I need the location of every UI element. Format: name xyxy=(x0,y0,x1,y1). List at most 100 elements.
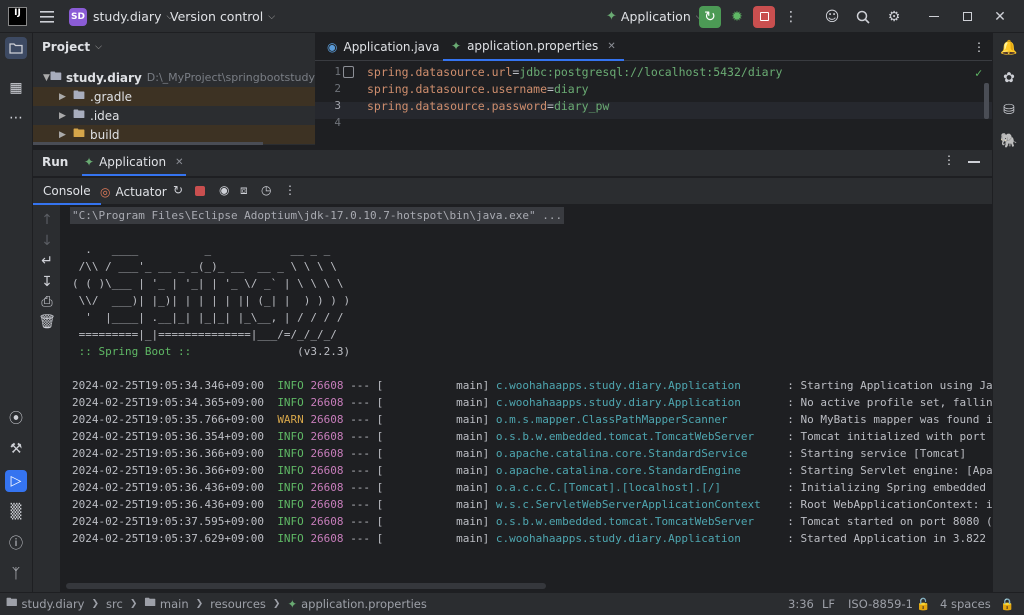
console-output[interactable]: "C:\Program Files\Eclipse Adoptium\jdk-1… xyxy=(60,205,992,592)
no-problems-check-icon[interactable]: ✓ xyxy=(975,66,982,80)
main-menu-button[interactable] xyxy=(36,0,58,33)
tab-console[interactable]: Console xyxy=(33,178,101,205)
tree-root-row[interactable]: ▼ 🖿 study.diary D:\_MyProject\springboot… xyxy=(33,68,315,87)
close-tab-icon[interactable]: ✕ xyxy=(607,41,615,52)
rerun-icon[interactable]: ↻ xyxy=(173,183,183,197)
breadcrumb-item[interactable]: resources xyxy=(210,597,266,611)
spring-banner-line: ( ( )\___ | '_ | '_| | '_ \/ _` | \ \ \ … xyxy=(72,277,344,290)
breadcrumb-item[interactable]: main xyxy=(160,597,189,611)
console-horizontal-scrollbar[interactable] xyxy=(66,583,546,589)
debug-button[interactable]: ✹ xyxy=(726,0,748,33)
log-line: 2024-02-25T19:05:36.366+09:00 INFO 26608… xyxy=(72,447,967,460)
editor-scrollbar[interactable] xyxy=(984,83,989,119)
run-tab-application[interactable]: ✦ Application ✕ xyxy=(82,150,186,176)
notifications-icon[interactable]: 🔔 xyxy=(998,37,1020,59)
database-icon[interactable]: ⛁ xyxy=(998,99,1020,121)
scroll-to-end-icon[interactable]: ↧ xyxy=(36,271,58,293)
terminal-tool-icon[interactable]: ▒ xyxy=(5,501,27,523)
module-folder-icon: 🖿 xyxy=(49,69,62,83)
rerun-button[interactable]: ↻ xyxy=(699,0,721,33)
project-panel-title: Project xyxy=(42,39,91,54)
caret-position[interactable]: 3:36 xyxy=(788,593,814,615)
minimize-button[interactable] xyxy=(923,0,945,33)
spring-boot-version-line: :: Spring Boot :: (v3.2.3) xyxy=(72,345,351,358)
indent-setting[interactable]: 4 spaces xyxy=(940,593,991,615)
gutter-datasource-icon[interactable] xyxy=(343,66,354,78)
version-control-selector[interactable]: Version control ⌵ xyxy=(170,0,275,33)
run-config-label: Application xyxy=(620,9,691,24)
run-tab-label: Application xyxy=(99,155,167,169)
chevron-down-icon: ⌵ xyxy=(95,41,102,52)
file-encoding[interactable]: ISO-8859-1 xyxy=(848,593,913,615)
search-button[interactable] xyxy=(852,0,874,33)
problems-tool-icon[interactable]: ⓘ xyxy=(5,532,27,554)
bug-icon: ✹ xyxy=(731,8,743,25)
more-tools-icon[interactable]: ⋯ xyxy=(5,107,27,129)
maximize-button[interactable] xyxy=(956,0,978,33)
collapse-arrow-icon: ▶ xyxy=(59,129,66,140)
ai-assistant-icon[interactable]: ✿ xyxy=(998,67,1020,89)
stop-icon[interactable] xyxy=(195,186,205,196)
git-tool-icon[interactable]: ᛉ xyxy=(5,563,27,585)
editor-tab-bar: ◉ Application.java ✦ application.propert… xyxy=(315,33,992,61)
soft-wrap-icon[interactable]: ↵ xyxy=(36,250,58,272)
log-line: 2024-02-25T19:05:37.629+09:00 INFO 26608… xyxy=(72,532,986,545)
log-line: 2024-02-25T19:05:37.595+09:00 INFO 26608… xyxy=(72,515,992,528)
right-tool-strip: 🔔 ✿ ⛁ 🐘 xyxy=(992,33,1024,592)
code-line: spring.datasource.username=diary xyxy=(367,82,589,96)
actuator-tab-label: Actuator xyxy=(115,184,167,199)
breadcrumb-item[interactable]: application.properties xyxy=(301,597,427,611)
lock-icon[interactable]: 🔒 xyxy=(1000,593,1014,615)
build-tool-icon[interactable]: ⚒ xyxy=(5,438,27,460)
collapse-arrow-icon: ▶ xyxy=(59,110,66,121)
chevron-right-icon: ❯ xyxy=(91,599,100,609)
tree-item-gradle[interactable]: ▶ 🖿 .gradle xyxy=(33,87,315,106)
tree-item-idea[interactable]: ▶ 🖿 .idea xyxy=(33,106,315,125)
run-config-selector[interactable]: ✦ Application ⌵ xyxy=(606,0,703,33)
editor-options-button[interactable]: ⋮ xyxy=(965,33,993,61)
close-tab-icon[interactable]: ✕ xyxy=(175,157,183,168)
folder-icon: 🖿 xyxy=(73,88,86,102)
tab-application-properties[interactable]: ✦ application.properties ✕ xyxy=(443,33,624,61)
line-separator[interactable]: LF xyxy=(822,593,835,615)
stop-button[interactable] xyxy=(753,0,775,33)
run-panel-options-button[interactable]: ⋮ xyxy=(943,153,955,167)
breadcrumb-item[interactable]: src xyxy=(106,597,123,611)
spring-banner-line: =========|_|==============|___/=/_/_/_/ xyxy=(72,328,337,341)
tab-application-java[interactable]: ◉ Application.java xyxy=(319,33,448,61)
run-tool-icon[interactable]: ▷ xyxy=(5,470,27,492)
camera-icon[interactable]: ◉ xyxy=(219,183,229,197)
services-tool-icon[interactable]: ⦿ xyxy=(5,407,27,429)
settings-button[interactable]: ⚙ xyxy=(883,0,905,33)
project-tool-icon[interactable] xyxy=(5,37,27,59)
gradle-icon[interactable]: 🐘 xyxy=(998,130,1020,152)
down-arrow-icon[interactable]: ↓ xyxy=(36,230,58,252)
line-number: 3 xyxy=(334,99,341,112)
project-selector[interactable]: SD study.diary ⌵ xyxy=(69,0,173,33)
up-arrow-icon[interactable]: ↑ xyxy=(36,209,58,231)
chevron-right-icon: ❯ xyxy=(195,599,204,609)
more-vertical-icon[interactable]: ⋮ xyxy=(284,183,296,197)
hide-panel-icon[interactable] xyxy=(968,161,980,163)
lock-icon[interactable]: 🔓 xyxy=(916,593,930,615)
add-user-icon: ☺ xyxy=(824,8,840,25)
add-user-button[interactable]: ☺ xyxy=(821,0,843,33)
breadcrumb-item[interactable]: study.diary xyxy=(22,597,85,611)
restore-layout-icon[interactable]: ⧈ xyxy=(240,183,248,198)
project-name: study.diary xyxy=(93,9,162,24)
log-line: 2024-02-25T19:05:36.366+09:00 INFO 26608… xyxy=(72,464,992,477)
tab-actuator[interactable]: ◎ Actuator xyxy=(100,178,167,205)
console-tab-label: Console xyxy=(43,183,91,198)
code-editor[interactable]: 1 2 3 4 spring.datasource.url=jdbc:postg… xyxy=(315,61,992,145)
close-window-button[interactable]: ✕ xyxy=(989,0,1011,33)
dashboard-icon[interactable]: ◷ xyxy=(261,183,271,197)
more-actions-button[interactable]: ⋮ xyxy=(780,0,802,33)
print-icon[interactable]: ⎙ xyxy=(36,291,58,313)
intellij-logo-icon[interactable]: IJ xyxy=(8,7,27,26)
gear-icon: ⚙ xyxy=(887,8,901,25)
trash-icon[interactable]: 🗑 xyxy=(36,311,58,333)
horizontal-scrollbar[interactable] xyxy=(33,142,263,145)
java-command-line: "C:\Program Files\Eclipse Adoptium\jdk-1… xyxy=(70,207,565,224)
structure-tool-icon[interactable]: ▦ xyxy=(5,77,27,99)
project-panel-header[interactable]: Project ⌵ xyxy=(42,37,315,56)
